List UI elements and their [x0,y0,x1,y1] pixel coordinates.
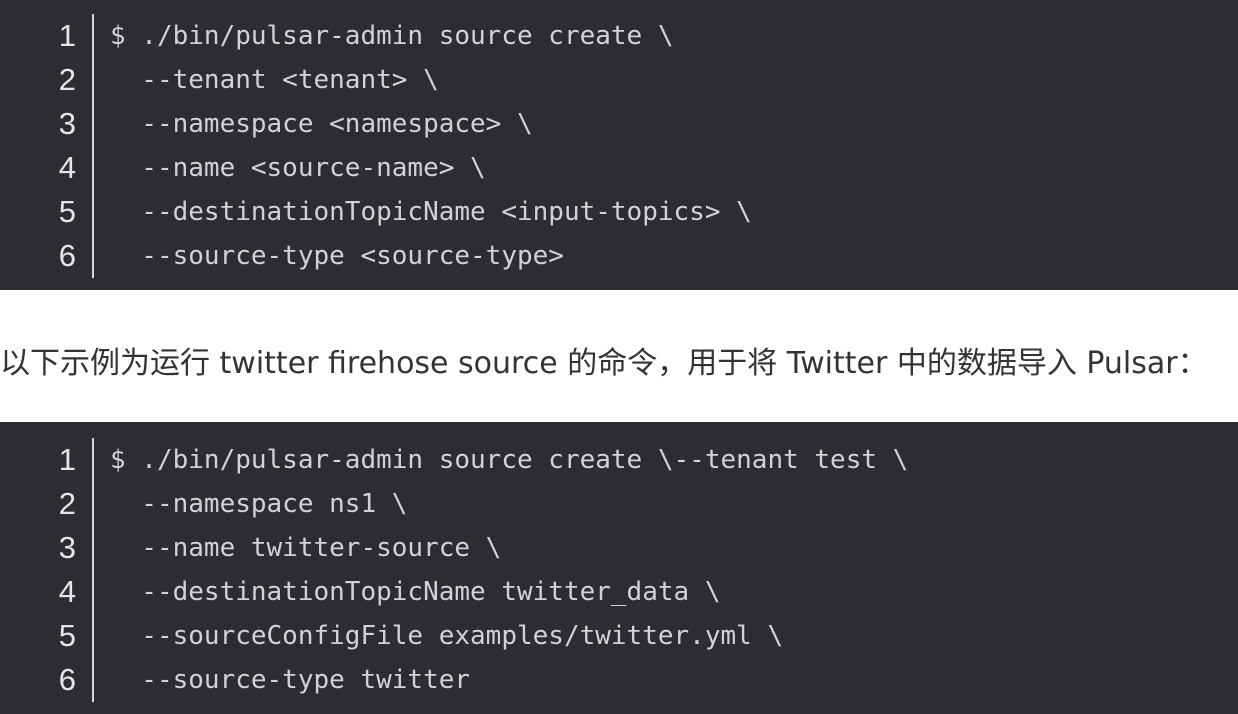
code-line: 4 --name <source-name> \ [0,146,1238,190]
code-line: 5 --sourceConfigFile examples/twitter.ym… [0,614,1238,658]
code-line: 1 $ ./bin/pulsar-admin source create \ [0,14,1238,58]
code-block-create-template: 1 $ ./bin/pulsar-admin source create \ 2… [0,0,1238,290]
code-line: 2 --namespace ns1 \ [0,482,1238,526]
line-number: 2 [58,62,76,97]
code-text: --sourceConfigFile examples/twitter.yml … [110,621,784,651]
line-number: 6 [58,238,76,273]
line-number: 6 [58,662,76,697]
code-text: --name <source-name> \ [110,153,486,183]
code-line: 6 --source-type twitter [0,658,1238,702]
code-text: --destinationTopicName <input-topics> \ [110,197,752,227]
line-number: 3 [58,106,76,141]
line-number: 1 [58,18,76,53]
code-line: 5 --destinationTopicName <input-topics> … [0,190,1238,234]
code-text: $ ./bin/pulsar-admin source create \--te… [110,445,909,475]
code-text: --namespace <namespace> \ [110,109,533,139]
line-number: 5 [58,618,76,653]
line-number: 3 [58,530,76,565]
code-text: --name twitter-source \ [110,533,502,563]
code-line: 1 $ ./bin/pulsar-admin source create \--… [0,438,1238,482]
code-line: 4 --destinationTopicName twitter_data \ [0,570,1238,614]
code-text: --namespace ns1 \ [110,489,408,519]
code-text: $ ./bin/pulsar-admin source create \ [110,21,674,51]
line-number: 4 [58,150,76,185]
code-line: 2 --tenant <tenant> \ [0,58,1238,102]
code-line: 3 --namespace <namespace> \ [0,102,1238,146]
code-text: --destinationTopicName twitter_data \ [110,577,721,607]
line-number: 2 [58,486,76,521]
code-text: --tenant <tenant> \ [110,65,439,95]
code-block-twitter-example: 1 $ ./bin/pulsar-admin source create \--… [0,422,1238,714]
code-text: --source-type <source-type> [110,241,564,271]
description-paragraph: 以下示例为运行 twitter firehose source 的命令，用于将 … [0,346,1208,381]
code-text: --source-type twitter [110,665,471,695]
line-number: 4 [58,574,76,609]
code-line: 6 --source-type <source-type> [0,234,1238,278]
line-number: 1 [58,442,76,477]
code-line: 3 --name twitter-source \ [0,526,1238,570]
line-number: 5 [58,194,76,229]
